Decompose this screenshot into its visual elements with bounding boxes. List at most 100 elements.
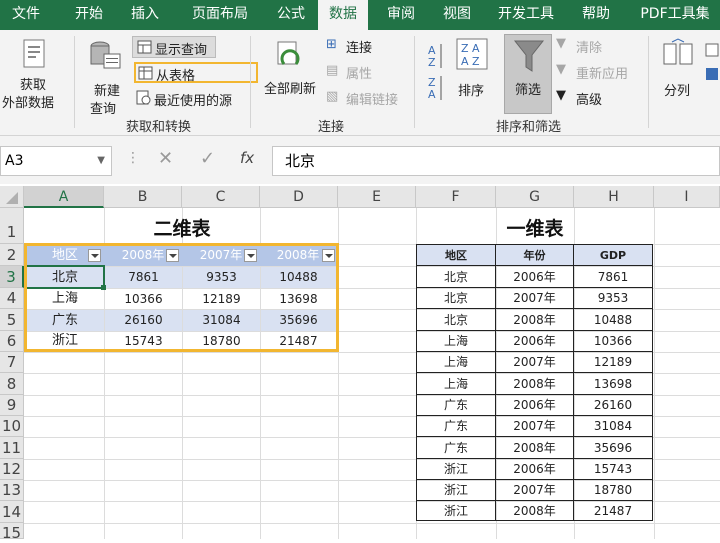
get-external-data-button[interactable]: 获取 外部数据 [2,34,66,114]
tab-insert[interactable]: 插入 [120,0,170,30]
tab-help[interactable]: 帮助 [572,0,620,30]
row-header-15[interactable]: 15 [0,523,24,542]
table1d-cell[interactable]: 浙江 [417,459,496,480]
row-header-2[interactable]: 2 [0,244,24,266]
table1d-cell[interactable]: 35696 [574,437,653,459]
table1d-cell[interactable]: 12189 [574,352,653,373]
table1d-cell[interactable]: 21487 [574,501,653,521]
column-header-h[interactable]: H [574,186,654,208]
get-data-label-2: 外部数据 [2,96,55,111]
column-header-i[interactable]: I [654,186,720,208]
table1d-cell[interactable]: 上海 [417,373,496,395]
table1d-cell[interactable]: 北京 [417,288,496,309]
table1d-cell[interactable]: 2008年 [496,437,574,459]
column-header-c[interactable]: C [182,186,260,208]
enter-check-icon[interactable]: ✓ [200,148,215,169]
table1d-cell[interactable]: 15743 [574,459,653,480]
tab-file[interactable]: 文件 [0,0,52,30]
sort-button[interactable]: Z AA Z 排序 [452,36,492,112]
column-header-e[interactable]: E [338,186,416,208]
ribbon: 获取 外部数据 新建 查询 显示查询 从表格 最近使用的源 获取和转换 全部刷新… [0,30,720,136]
tab-developer[interactable]: 开发工具 [492,0,560,30]
formula-input[interactable]: 北京 [272,146,720,176]
row-header-7[interactable]: 7 [0,352,24,373]
more-tools-icon[interactable] [704,42,720,102]
table1d-cell[interactable]: 上海 [417,352,496,373]
clear-button[interactable]: ▼ 清除 [556,36,616,56]
row-header-8[interactable]: 8 [0,373,24,395]
recent-sources-button[interactable]: 最近使用的源 [134,88,266,109]
name-box[interactable]: A3 ▼ [0,146,112,176]
table1d-cell[interactable]: 7861 [574,266,653,288]
table1d-cell[interactable]: 2007年 [496,288,574,309]
column-header-g[interactable]: G [496,186,574,208]
cancel-icon[interactable]: ✕ [158,148,173,169]
select-all-corner[interactable] [0,186,24,208]
name-box-value: A3 [5,153,24,169]
reapply-button[interactable]: ▼ 重新应用 [556,62,636,82]
table1d-cell[interactable]: 北京 [417,266,496,288]
column-header-d[interactable]: D [260,186,338,208]
insert-function-icon[interactable]: fx [240,149,254,167]
table1d-cell[interactable]: 2007年 [496,480,574,501]
row-header-1[interactable]: 1 [0,208,24,244]
row-header-9[interactable]: 9 [0,395,24,416]
column-header-f[interactable]: F [416,186,496,208]
table1d-cell[interactable]: 2006年 [496,331,574,352]
row-header-12[interactable]: 12 [0,459,24,480]
table1d-cell[interactable]: 上海 [417,331,496,352]
table-icon [137,40,152,54]
connections-button[interactable]: ⊞ 连接 [324,36,384,56]
table1d-cell[interactable]: 2007年 [496,416,574,437]
group-label-connections: 连接 [318,120,345,135]
table1d-cell[interactable]: 2006年 [496,395,574,416]
row-header-13[interactable]: 13 [0,480,24,501]
chevron-down-icon[interactable]: ▼ [97,147,105,175]
table1d-cell[interactable]: 浙江 [417,480,496,501]
table1d-cell[interactable]: 广东 [417,395,496,416]
split-column-button[interactable]: 分列 [656,36,700,112]
table1d-cell[interactable]: 广东 [417,416,496,437]
table1d-cell[interactable]: 2008年 [496,373,574,395]
drag-handle-icon[interactable]: ⋮ [126,150,140,166]
table1d-cell[interactable]: 10366 [574,331,653,352]
row-header-6[interactable]: 6 [0,331,24,352]
table1d-cell[interactable]: 北京 [417,309,496,331]
table1d-cell[interactable]: 13698 [574,373,653,395]
table1d-cell[interactable]: 浙江 [417,501,496,521]
table1d-cell[interactable]: 2006年 [496,266,574,288]
refresh-all-button[interactable]: 全部刷新 [258,34,322,114]
tab-review[interactable]: 审阅 [378,0,424,30]
tab-formulas[interactable]: 公式 [266,0,316,30]
row-header-10[interactable]: 10 [0,416,24,437]
filter-button[interactable]: 筛选 [504,34,552,114]
column-header-a[interactable]: A [24,186,104,208]
tab-data[interactable]: 数据 [318,0,368,30]
edit-links-button[interactable]: ▧ 编辑链接 [324,88,408,108]
properties-button[interactable]: ▤ 属性 [324,62,384,82]
table1d-cell[interactable]: 2008年 [496,309,574,331]
column-header-b[interactable]: B [104,186,182,208]
row-header-4[interactable]: 4 [0,288,24,309]
table1d-cell[interactable]: 26160 [574,395,653,416]
row-header-3[interactable]: 3 [0,266,24,288]
from-table-button[interactable]: 从表格 [134,62,258,84]
advanced-button[interactable]: ▼ 高级 [556,88,616,108]
row-header-14[interactable]: 14 [0,501,24,523]
table1d-cell[interactable]: 31084 [574,416,653,437]
tab-page-layout[interactable]: 页面布局 [180,0,260,30]
tab-view[interactable]: 视图 [434,0,480,30]
table1d-cell[interactable]: 18780 [574,480,653,501]
table1d-cell[interactable]: 2006年 [496,459,574,480]
tab-home[interactable]: 开始 [62,0,116,30]
table1d-cell[interactable]: 10488 [574,309,653,331]
row-header-11[interactable]: 11 [0,437,24,459]
table1d-cell[interactable]: 广东 [417,437,496,459]
show-queries-button[interactable]: 显示查询 [132,36,216,58]
table1d-cell[interactable]: 2008年 [496,501,574,521]
table1d-cell[interactable]: 9353 [574,288,653,309]
row-header-5[interactable]: 5 [0,309,24,331]
new-query-button[interactable]: 新建 查询 [80,34,130,117]
table1d-cell[interactable]: 2007年 [496,352,574,373]
tab-pdf-tools[interactable]: PDF工具集 [632,0,718,30]
